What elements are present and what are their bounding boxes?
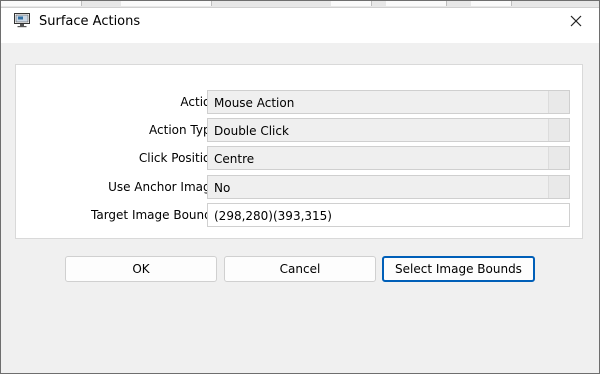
action-settings-panel: Action Mouse Action Action Type Double C… <box>15 64 583 239</box>
click-position-value: Centre <box>214 152 255 166</box>
surface-actions-dialog: Surface Actions Action Mouse Action Acti… <box>0 0 600 374</box>
close-icon <box>570 15 582 30</box>
target-image-bounds-value: (298,280)(393,315) <box>214 209 332 223</box>
select-image-bounds-button[interactable]: Select Image Bounds <box>382 256 535 282</box>
cancel-button[interactable]: Cancel <box>224 256 376 282</box>
click-position-label: Click Position <box>138 151 218 165</box>
surface-app-icon <box>14 12 30 28</box>
use-anchor-image-label: Use Anchor Image <box>108 180 218 194</box>
use-anchor-image-dropdown-button[interactable] <box>548 176 569 198</box>
action-type-dropdown-button[interactable] <box>548 119 569 141</box>
use-anchor-image-value: No <box>214 181 231 195</box>
target-image-bounds-label: Target Image Bounds <box>91 208 218 222</box>
action-label: Action <box>180 95 218 109</box>
window-title: Surface Actions <box>39 14 141 29</box>
row-action: Action Mouse Action <box>16 90 584 114</box>
use-anchor-image-dropdown[interactable]: No <box>207 175 570 199</box>
action-type-value: Double Click <box>214 124 289 138</box>
ok-button[interactable]: OK <box>65 256 217 282</box>
row-use-anchor-image: Use Anchor Image No <box>16 175 584 199</box>
title-bar: Surface Actions <box>1 1 599 43</box>
close-button[interactable] <box>553 1 599 43</box>
row-action-type: Action Type Double Click <box>16 118 584 142</box>
background-window-strip <box>1 1 599 8</box>
action-dropdown[interactable]: Mouse Action <box>207 90 570 114</box>
row-click-position: Click Position Centre <box>16 146 584 170</box>
click-position-dropdown-button[interactable] <box>548 147 569 169</box>
action-dropdown-button[interactable] <box>548 91 569 113</box>
action-value: Mouse Action <box>214 96 295 110</box>
action-type-dropdown[interactable]: Double Click <box>207 118 570 142</box>
click-position-dropdown[interactable]: Centre <box>207 146 570 170</box>
row-target-image-bounds: Target Image Bounds (298,280)(393,315) <box>16 203 584 227</box>
target-image-bounds-input[interactable]: (298,280)(393,315) <box>207 203 570 227</box>
action-type-label: Action Type <box>149 123 218 137</box>
